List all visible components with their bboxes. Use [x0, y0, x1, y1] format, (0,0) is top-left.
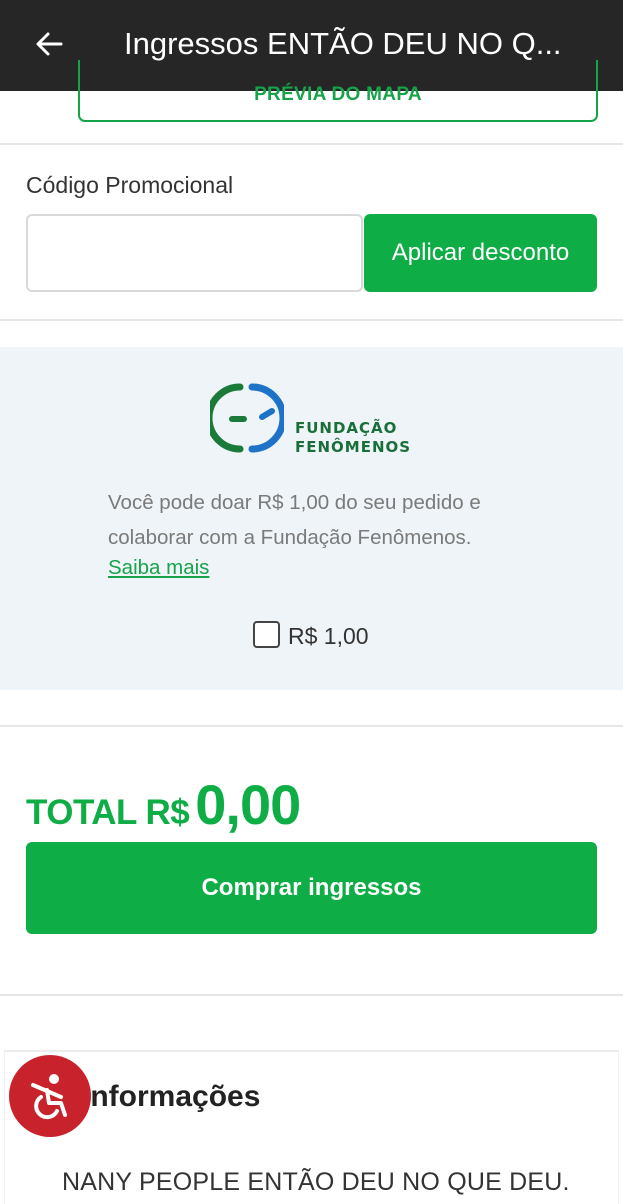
divider: [0, 143, 623, 145]
arrow-left-icon: [36, 32, 63, 56]
learn-more-link[interactable]: Saiba mais: [108, 556, 209, 580]
divider: [0, 994, 623, 996]
total-value: 0,00: [195, 773, 301, 836]
page-title: Ingressos ENTÃO DEU NO Q...: [124, 26, 562, 61]
fundacao-fenomenos-logo: FUNDAÇÃO FENÔMENOS: [210, 381, 420, 456]
map-preview-label: PRÉVIA DO MAPA: [254, 84, 422, 105]
total-label: TOTAL R$: [26, 793, 190, 832]
promo-code-label: Código Promocional: [26, 172, 234, 198]
apply-discount-button[interactable]: Aplicar desconto: [364, 214, 597, 292]
divider: [0, 725, 623, 727]
donation-checkbox[interactable]: [253, 621, 280, 648]
accessibility-icon: [31, 1074, 67, 1120]
donation-section: FUNDAÇÃO FENÔMENOS Você pode doar R$ 1,0…: [0, 347, 623, 690]
back-button[interactable]: [22, 20, 76, 68]
info-title: Informações: [82, 1080, 261, 1113]
donation-description: Você pode doar R$ 1,00 do seu pedido e c…: [108, 491, 481, 549]
map-preview-button[interactable]: PRÉVIA DO MAPA: [78, 60, 598, 122]
divider: [0, 319, 623, 321]
accessibility-button[interactable]: [9, 1055, 91, 1137]
promo-code-input[interactable]: [26, 214, 363, 292]
info-text: NANY PEOPLE ENTÃO DEU NO QUE DEU.: [62, 1168, 570, 1196]
logo-wordmark: FUNDAÇÃO FENÔMENOS: [295, 419, 412, 456]
order-total: TOTAL R$ 0,00: [26, 772, 301, 837]
donation-option-label[interactable]: R$ 1,00: [288, 623, 369, 650]
fundacao-fenomenos-emblem-icon: [210, 383, 284, 453]
buy-tickets-button[interactable]: Comprar ingressos: [26, 842, 597, 934]
